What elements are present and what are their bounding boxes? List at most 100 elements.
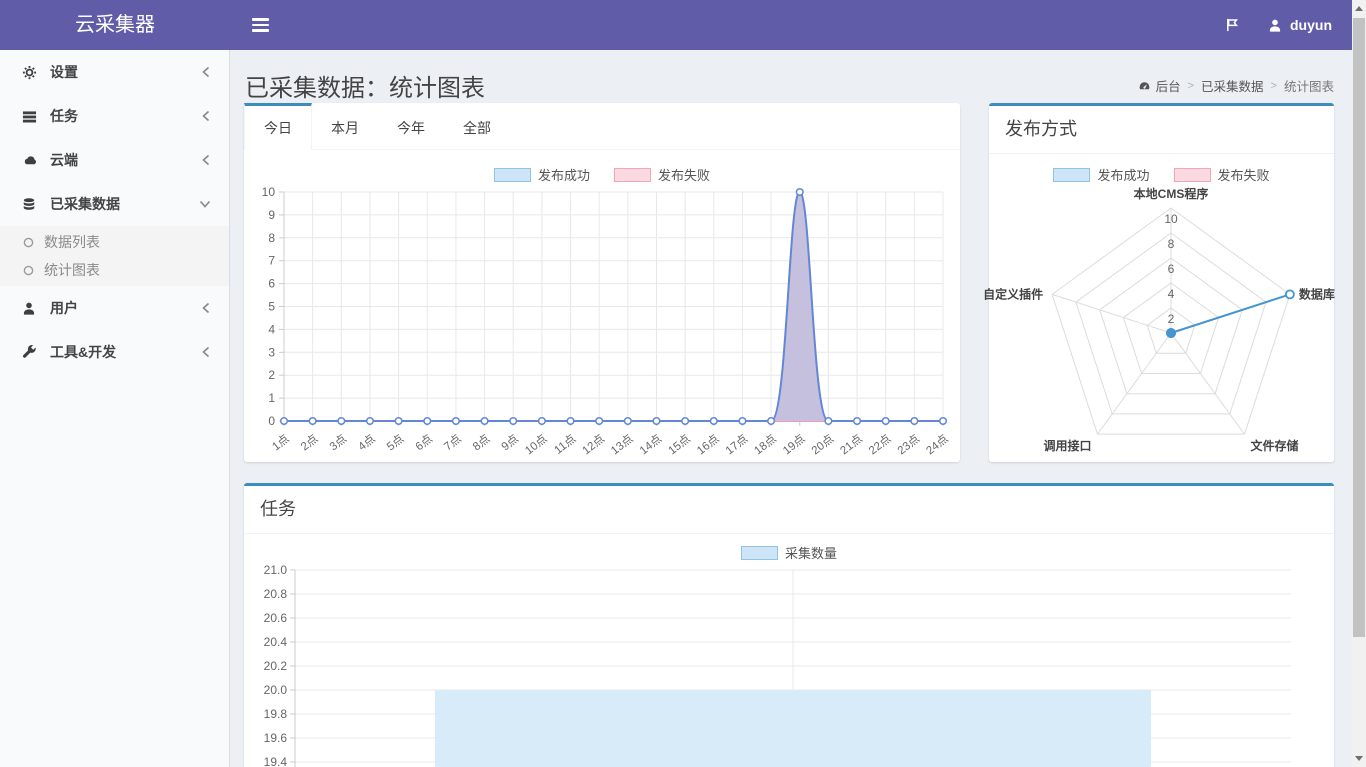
svg-text:4点: 4点 [356,432,378,453]
breadcrumb-separator: > [1271,80,1277,92]
legend-swatch [494,168,531,182]
svg-text:20.4: 20.4 [264,635,288,649]
hamburger-icon [252,18,269,21]
user-icon [22,301,42,316]
sidebar-item-label: 已采集数据 [50,194,120,214]
sidebar-subitem-stats-charts[interactable]: 统计图表 [0,256,229,284]
chevron-left-icon [201,66,211,78]
database-icon [22,197,42,212]
tab-all[interactable]: 全部 [444,103,510,149]
sidebar-toggle-button[interactable] [246,9,275,41]
task-bar-chart[interactable]: 21.020.820.620.420.220.019.819.619.419.2… [244,564,1334,767]
hourly-legend: 发布成功 发布失败 [244,165,960,183]
svg-text:2点: 2点 [298,432,320,453]
circle-icon [23,265,34,276]
chevron-left-icon [201,302,211,314]
tab-year[interactable]: 今年 [378,103,444,149]
svg-text:13点: 13点 [609,432,636,457]
legend-swatch [614,168,651,182]
sidebar: 设置任务云端已采集数据数据列表统计图表用户工具&开发 [0,50,230,767]
sidebar-item-label: 用户 [50,298,78,318]
breadcrumb-item[interactable]: 已采集数据 [1201,76,1264,95]
sidebar-item-label: 云端 [50,150,78,170]
svg-text:22点: 22点 [866,432,893,457]
sidebar-item-label: 工具&开发 [50,342,116,362]
svg-text:17点: 17点 [723,432,750,457]
svg-text:7: 7 [268,254,275,268]
svg-text:1: 1 [268,391,275,405]
svg-text:16点: 16点 [694,432,721,457]
brand-logo[interactable]: 云采集器 [0,0,230,50]
scrollbar-down-arrow-icon[interactable] [1352,750,1366,767]
breadcrumb-separator: > [1188,80,1194,92]
svg-text:文件存储: 文件存储 [1250,438,1298,453]
svg-text:24点: 24点 [924,432,951,457]
legend-item[interactable]: 发布成功 [494,165,590,184]
user-menu[interactable]: duyun [1268,17,1332,33]
svg-text:18点: 18点 [752,432,779,457]
scrollbar-thumb[interactable] [1353,18,1365,637]
chevron-left-icon [201,154,211,166]
panel-title: 发布方式 [989,106,1334,154]
publish-method-radar-chart[interactable]: 246810本地CMS程序数据库文件存储调用接口自定义插件 [989,186,1334,458]
submenu-collected-data: 数据列表统计图表 [0,226,229,286]
panel-title: 任务 [244,486,1334,534]
sidebar-item-tools-dev[interactable]: 工具&开发 [0,330,229,374]
sidebar-item-users[interactable]: 用户 [0,286,229,330]
svg-text:20.2: 20.2 [264,659,288,673]
wrench-icon [22,345,42,360]
svg-text:19点: 19点 [780,432,807,457]
svg-text:8点: 8点 [470,432,492,453]
svg-text:4: 4 [1168,287,1175,301]
svg-text:19.6: 19.6 [264,731,288,745]
svg-text:9: 9 [268,208,275,222]
sidebar-item-label: 任务 [50,106,78,126]
sidebar-item-collected-data[interactable]: 已采集数据 [0,182,229,226]
svg-text:20.6: 20.6 [264,611,288,625]
legend-label: 发布成功 [1097,165,1149,184]
svg-text:2: 2 [268,368,275,382]
chevron-left-icon [201,346,211,358]
sidebar-item-settings[interactable]: 设置 [0,50,229,94]
legend-label: 采集数量 [785,543,837,562]
scrollbar-up-arrow-icon[interactable] [1352,0,1366,17]
radar-legend: 发布成功 发布失败 [989,165,1334,183]
svg-text:12点: 12点 [580,432,607,457]
legend-label: 发布失败 [658,165,710,184]
legend-item[interactable]: 发布失败 [1174,165,1270,184]
svg-text:3: 3 [268,345,275,359]
hourly-line-chart[interactable]: 0123456789101点2点3点4点5点6点7点8点9点10点11点12点1… [244,185,960,461]
legend-item[interactable]: 发布成功 [1053,165,1149,184]
legend-item[interactable]: 采集数量 [741,543,837,562]
flag-icon[interactable] [1225,17,1240,33]
chevron-left-icon [201,110,211,122]
svg-text:10点: 10点 [523,432,550,457]
svg-text:本地CMS程序: 本地CMS程序 [1134,186,1209,201]
breadcrumb-item: 统计图表 [1284,76,1334,95]
sidebar-subitem-data-list[interactable]: 数据列表 [0,228,229,256]
circle-icon [23,237,34,248]
tab-today[interactable]: 今日 [244,103,312,150]
task-legend: 采集数量 [244,543,1334,561]
svg-text:19.8: 19.8 [264,707,288,721]
legend-item[interactable]: 发布失败 [614,165,710,184]
navbar-right: duyun [1225,17,1352,33]
svg-text:自定义插件: 自定义插件 [983,286,1043,301]
svg-text:7点: 7点 [442,432,464,453]
breadcrumb-label: 统计图表 [1284,76,1334,95]
svg-text:2: 2 [1168,312,1175,326]
tasks-icon [22,109,42,124]
sidebar-menu: 设置任务云端已采集数据数据列表统计图表用户工具&开发 [0,50,229,374]
svg-text:20.0: 20.0 [264,683,288,697]
tab-month[interactable]: 本月 [312,103,378,149]
app-root: 云采集器 duyun 设置任务云端已采集数据数据列表统计图表用户工具&开发 已采… [0,0,1366,767]
svg-text:21.0: 21.0 [264,563,288,577]
publish-method-panel: 发布方式 发布成功发布失败 246810本地CMS程序数据库文件存储调用接口自定… [989,103,1334,462]
sidebar-subitem-label: 数据列表 [44,232,100,252]
breadcrumb-item[interactable]: 后台 [1138,76,1181,95]
scrollbar[interactable] [1352,0,1366,767]
sidebar-item-cloud[interactable]: 云端 [0,138,229,182]
svg-text:10: 10 [262,185,276,199]
sidebar-item-tasks[interactable]: 任务 [0,94,229,138]
svg-text:10: 10 [1164,212,1178,226]
